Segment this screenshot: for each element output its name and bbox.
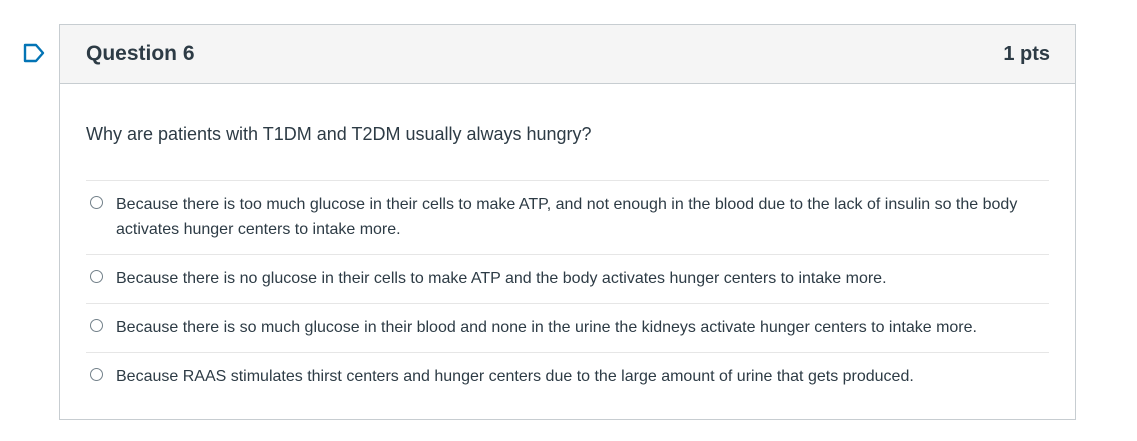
answer-label: Because there is no glucose in their cel… bbox=[116, 270, 887, 287]
answer-option[interactable]: Because there is no glucose in their cel… bbox=[86, 255, 1049, 304]
answer-option[interactable]: Because RAAS stimulates thirst centers a… bbox=[86, 353, 1049, 401]
question-text: Why are patients with T1DM and T2DM usua… bbox=[86, 124, 592, 144]
question-card: Question 6 1 pts Why are patients with T… bbox=[59, 24, 1076, 420]
question-header: Question 6 1 pts bbox=[60, 25, 1075, 84]
question-body: Why are patients with T1DM and T2DM usua… bbox=[60, 84, 1075, 401]
flag-question-icon[interactable] bbox=[23, 43, 45, 63]
answer-label: Because there is so much glucose in thei… bbox=[116, 319, 977, 336]
answer-list: Because there is too much glucose in the… bbox=[86, 180, 1049, 401]
question-title: Question 6 bbox=[86, 42, 195, 65]
answer-radio[interactable] bbox=[90, 196, 103, 209]
answer-radio[interactable] bbox=[90, 368, 103, 381]
answer-label: Because RAAS stimulates thirst centers a… bbox=[116, 368, 914, 385]
answer-radio[interactable] bbox=[90, 270, 103, 283]
answer-option[interactable]: Because there is so much glucose in thei… bbox=[86, 304, 1049, 353]
answer-label: Because there is too much glucose in the… bbox=[116, 196, 1018, 238]
answer-radio[interactable] bbox=[90, 319, 103, 332]
question-points: 1 pts bbox=[1003, 42, 1050, 65]
answer-option[interactable]: Because there is too much glucose in the… bbox=[86, 181, 1049, 255]
